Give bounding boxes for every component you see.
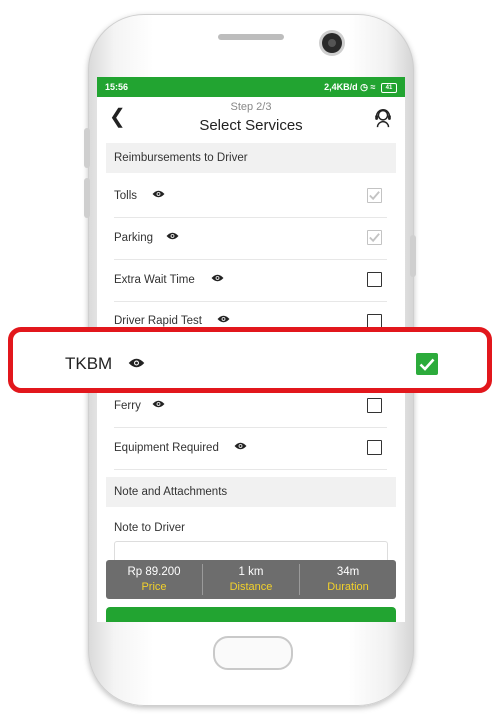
step-indicator: Step 2/3: [230, 101, 272, 113]
eye-icon[interactable]: [128, 357, 145, 369]
eye-icon[interactable]: [217, 314, 230, 324]
status-bar: 15:56 2,4KB/d ◷ ≈ 41: [97, 77, 405, 97]
checkbox-tkbm[interactable]: [416, 353, 438, 375]
highlighted-row-tkbm[interactable]: TKBM: [8, 327, 492, 393]
service-label: Driver Rapid Test: [114, 315, 202, 327]
eye-icon[interactable]: [211, 273, 224, 283]
section-notes: Note and Attachments: [106, 477, 396, 507]
eye-icon[interactable]: [166, 231, 179, 241]
checkbox-extra-wait-time[interactable]: [367, 272, 382, 287]
earpiece-speaker: [218, 34, 284, 40]
alarm-icon: ◷: [360, 82, 369, 92]
front-camera: [322, 33, 342, 53]
checkbox-parking[interactable]: [367, 230, 382, 245]
distance-cell: 1 km Distance: [203, 560, 299, 599]
power-button: [410, 235, 416, 277]
service-row-equipment-required[interactable]: Equipment Required: [114, 427, 387, 470]
checkbox-ferry[interactable]: [367, 398, 382, 413]
page-header: ❮ Step 2/3 Select Services: [97, 97, 405, 141]
battery-icon: 41: [381, 82, 397, 93]
price-label: Price: [141, 581, 167, 593]
service-label: Parking: [114, 232, 153, 244]
price-cell: Rp 89.200 Price: [106, 560, 202, 599]
service-label: Equipment Required: [114, 442, 219, 454]
wifi-icon: ≈: [370, 82, 376, 92]
service-row-tolls[interactable]: Tolls: [114, 175, 387, 218]
service-label: TKBM: [65, 354, 113, 373]
home-button[interactable]: [213, 636, 293, 670]
checkbox-tolls[interactable]: [367, 188, 382, 203]
service-row-parking[interactable]: Parking: [114, 217, 387, 260]
volume-button: [84, 178, 90, 218]
service-label: Tolls: [114, 190, 138, 202]
section-title: Reimbursements to Driver: [114, 152, 248, 164]
status-indicators: 2,4KB/d ◷ ≈ 41: [324, 82, 397, 93]
support-headset-icon[interactable]: [372, 107, 394, 129]
checkmark-icon: [419, 358, 435, 371]
page-title: Select Services: [199, 117, 303, 134]
eye-icon[interactable]: [234, 441, 247, 451]
eye-icon[interactable]: [152, 189, 165, 199]
next-button[interactable]: [106, 607, 396, 622]
distance-value: 1 km: [238, 566, 264, 578]
section-title: Note and Attachments: [114, 486, 228, 498]
service-row-extra-wait-time[interactable]: Extra Wait Time: [114, 259, 387, 302]
service-label: Extra Wait Time: [114, 274, 195, 286]
section-reimbursements: Reimbursements to Driver: [106, 143, 396, 173]
eye-icon[interactable]: [152, 399, 165, 409]
status-time: 15:56: [105, 82, 129, 92]
volume-button: [84, 128, 90, 168]
checkmark-icon: [369, 191, 380, 201]
service-label: Ferry: [114, 400, 141, 412]
checkmark-icon: [369, 233, 380, 243]
distance-label: Distance: [229, 581, 273, 593]
duration-label: Duration: [327, 581, 369, 593]
price-value: Rp 89.200: [127, 566, 181, 578]
duration-value: 34m: [336, 566, 360, 578]
network-speed: 2,4KB/d: [324, 82, 358, 92]
checkbox-equipment-required[interactable]: [367, 440, 382, 455]
trip-summary-bar: Rp 89.200 Price 1 km Distance 34m Durati…: [106, 560, 396, 599]
note-to-driver-input[interactable]: [114, 541, 388, 562]
note-to-driver-label: Note to Driver: [114, 522, 185, 534]
duration-cell: 34m Duration: [300, 560, 396, 599]
